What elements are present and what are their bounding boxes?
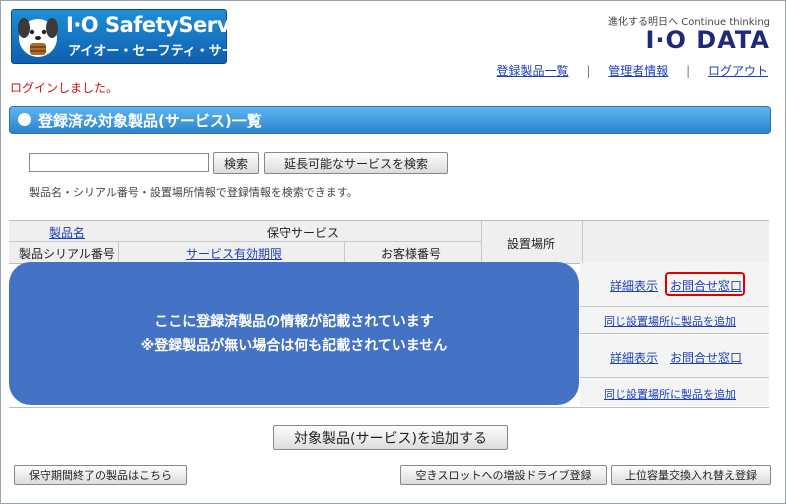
detail-link[interactable]: 詳細表示 — [610, 277, 658, 294]
bullet-icon — [18, 113, 31, 126]
logo-title: I·O SafetyService — [66, 13, 263, 37]
iodata-brand-logo[interactable]: I·O DATA — [645, 26, 770, 54]
nav-separator: | — [586, 64, 591, 78]
logo-subtitle: アイオー・セーフティ・サービス — [68, 44, 261, 59]
header-divider — [9, 241, 481, 242]
search-button[interactable]: 検索 — [213, 152, 259, 174]
header-divider — [344, 242, 345, 263]
nav-admin-info-link[interactable]: 管理者情報 — [608, 64, 668, 78]
dog-mascot-icon — [18, 18, 58, 57]
page-title: 登録済み対象製品(サービス)一覧 — [38, 112, 262, 130]
search-extendable-services-button[interactable]: 延長可能なサービスを検索 — [264, 152, 448, 174]
add-product-service-button[interactable]: 対象製品(サービス)を追加する — [273, 425, 508, 450]
row-divider — [580, 306, 769, 307]
registered-products-placeholder: ここに登録済製品の情報が記載されています ※登録製品が無い場合は何も記載されてい… — [9, 262, 579, 405]
add-product-same-location-link[interactable]: 同じ設置場所に製品を追加 — [604, 386, 736, 402]
placeholder-line-1: ここに登録済製品の情報が記載されています — [154, 313, 434, 330]
sort-product-name-link[interactable]: 製品名 — [49, 224, 85, 241]
table-bottom-border — [9, 407, 769, 408]
expired-products-button[interactable]: 保守期間終了の製品はこちら — [14, 465, 187, 485]
nav-separator: | — [686, 64, 691, 78]
inquiry-highlight-box — [665, 272, 745, 296]
expansion-drive-register-button[interactable]: 空きスロットへの増設ドライブ登録 — [400, 465, 607, 485]
row-divider — [580, 377, 769, 378]
page-title-bar: 登録済み対象製品(サービス)一覧 — [9, 106, 771, 134]
column-maintenance-service: 保守サービス — [267, 226, 340, 240]
row-divider — [580, 333, 769, 334]
header-divider — [582, 221, 583, 263]
safety-service-logo[interactable]: I·O SafetyService アイオー・セーフティ・サービス — [11, 9, 263, 64]
column-serial-number: 製品シリアル番号 — [19, 247, 115, 261]
placeholder-line-2: ※登録製品が無い場合は何も記載されていません — [140, 337, 448, 354]
search-hint: 製品名・シリアル番号・設置場所情報で登録情報を検索できます。 — [29, 186, 358, 199]
search-input[interactable] — [29, 153, 209, 172]
nav-logout-link[interactable]: ログアウト — [708, 64, 768, 78]
header-divider — [481, 221, 482, 263]
column-customer-number: お客様番号 — [381, 247, 442, 261]
header-divider — [118, 242, 119, 263]
inquiry-contact-link[interactable]: お問合せ窓口 — [670, 349, 742, 366]
table-header: 製品名 保守サービス 設置場所 製品シリアル番号 サービス有効期限 お客様番号 — [9, 220, 769, 264]
sort-service-expiry-link[interactable]: サービス有効期限 — [186, 245, 282, 262]
column-installation-location: 設置場所 — [507, 237, 556, 251]
top-navigation: 登録製品一覧 | 管理者情報 | ログアウト — [497, 62, 768, 79]
nav-registered-products-link[interactable]: 登録製品一覧 — [497, 64, 569, 78]
detail-link[interactable]: 詳細表示 — [610, 349, 658, 366]
add-product-same-location-link[interactable]: 同じ設置場所に製品を追加 — [604, 313, 736, 329]
login-status-message: ログインしました。 — [10, 81, 119, 95]
upgrade-replacement-register-button[interactable]: 上位容量交換入れ替え登録 — [611, 465, 771, 485]
